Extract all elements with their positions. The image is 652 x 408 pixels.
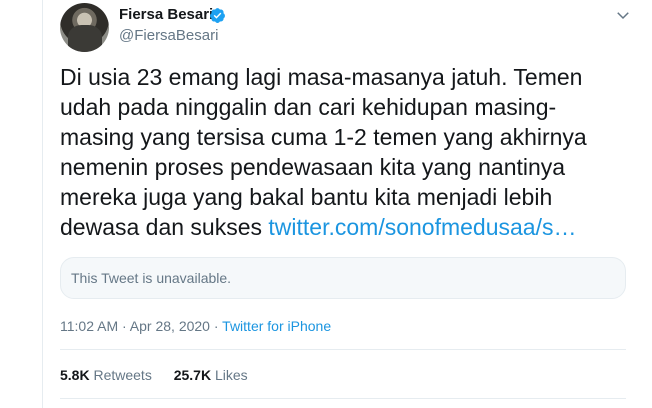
chevron-down-icon[interactable] (614, 6, 632, 24)
tweet-text: Di usia 23 emang lagi masa-masanya jatuh… (60, 62, 640, 242)
retweets-count: 5.8K (60, 367, 90, 383)
quoted-tweet-unavailable: This Tweet is unavailable. (60, 257, 626, 299)
likes-count: 25.7K (173, 367, 212, 383)
divider (60, 398, 626, 399)
engagement-stats: 5.8K Retweets 25.7K Likes (60, 367, 266, 383)
meta-separator: · (209, 318, 223, 334)
likes-stat[interactable]: 25.7K Likes (174, 367, 248, 383)
author-handle[interactable]: @FiersaBesari (119, 27, 218, 44)
tweet-text-line: udah pada ninggalin dan cari kehidupan m… (60, 94, 557, 120)
verified-badge-icon (210, 8, 225, 23)
tweet-time[interactable]: 11:02 AM (60, 318, 118, 334)
retweets-label: Retweets (89, 367, 152, 383)
tweet-date[interactable]: Apr 28, 2020 (130, 318, 210, 334)
tweet-card: Fiersa Besari @FiersaBesari Di usia 23 e… (42, 0, 652, 408)
likes-label: Likes (211, 367, 248, 383)
tweet-source[interactable]: Twitter for iPhone (222, 318, 331, 334)
author-avatar[interactable] (60, 3, 109, 52)
tweet-text-line: mereka juga yang bakal bantu kita menjad… (60, 184, 553, 210)
meta-separator: · (118, 318, 130, 334)
tweet-text-line: dewasa dan sukses (60, 214, 269, 240)
tweet-timestamp: 11:02 AM · Apr 28, 2020 · Twitter for iP… (60, 318, 331, 334)
tweet-text-line: nemenin proses pendewasaan kita yang nan… (60, 154, 566, 180)
author-name[interactable]: Fiersa Besari (119, 6, 213, 23)
tweet-text-line: masing yang tersisa cuma 1-2 temen yang … (60, 124, 587, 150)
tweet-link[interactable]: twitter.com/sonofmedusaa/s… (268, 214, 576, 240)
divider (60, 349, 626, 350)
tweet-text-line: Di usia 23 emang lagi masa-masanya jatuh… (60, 64, 583, 90)
retweets-stat[interactable]: 5.8K Retweets (60, 367, 152, 383)
